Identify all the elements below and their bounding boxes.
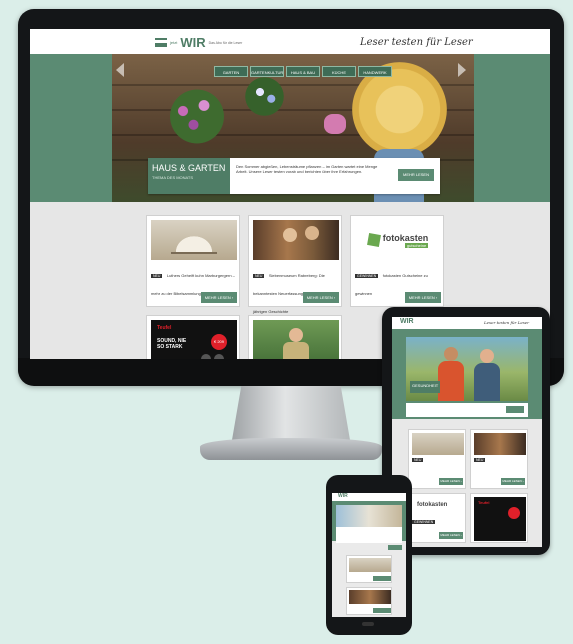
hero-prev-arrow-icon[interactable] [116,63,124,77]
phone-card[interactable] [346,587,392,615]
phone-header: WIR [332,493,406,501]
site-header: jetzt WIR Das Abo für die Leser Leser te… [30,29,550,54]
nav-item-garten[interactable]: GARTEN [214,66,248,77]
card-image-book [151,220,237,260]
tablet-logo[interactable]: WIR [400,318,414,325]
tablet-hero-image: GESUNDHEIT [406,337,528,401]
card-image-painting [253,220,339,260]
phone-hero-image [336,505,402,527]
tablet-slogan: Leser testen für Leser [484,320,530,325]
phone-card-image [349,590,391,604]
tablet-card-image [474,433,526,455]
nav-item-haus-bau[interactable]: HAUS & BAU [286,66,320,77]
phone-card[interactable] [346,555,392,583]
tablet-card-badge: NEU [474,458,486,462]
main-nav: GARTEN GARTENKULTUR HAUS & BAU KÜCHE HAN… [214,66,392,77]
phone-hero-text [336,527,402,543]
ad-card[interactable]: Teufel SOUND, NIE SO STARK € 209 [146,315,240,359]
tablet-ad-image: Teufel [474,497,526,541]
tablet-card-button[interactable]: MEHR LESEN › [501,478,525,485]
phone-hero-button[interactable] [388,545,402,550]
hero-overlay: HAUS & GARTEN THEMA DES MONATS Den Somme… [148,158,440,194]
phone-card-button[interactable] [373,576,391,581]
plant [242,74,287,119]
tablet-card[interactable]: fotokasten GEWINNEN MEHR LESEN › [408,493,466,543]
nav-item-kueche[interactable]: KÜCHE [322,66,356,77]
phone-screen: WIR [332,493,406,617]
tablet-card-badge: GEWINNEN [412,520,436,524]
ad-text: SOUND, NIE SO STARK [157,338,187,350]
tablet-ad-brand: Teufel [478,500,490,505]
garden-glove [324,114,346,134]
fotokasten-logo-icon [366,233,381,247]
nav-item-handwerk[interactable]: HANDWERK [358,66,392,77]
tablet-hero-button[interactable] [506,406,524,413]
site-logo[interactable]: jetzt WIR Das Abo für die Leser [155,35,242,50]
monitor-stand-base [200,438,382,460]
card-badge: GEWINNEN [355,274,379,278]
tablet-hero-title: GESUNDHEIT [410,381,440,393]
fotokasten-sub: gutscheine [404,242,429,248]
tablet-card[interactable]: NEU MEHR LESEN › [470,429,528,489]
card-badge: NEU [253,274,265,278]
card-badge: NEU [151,274,163,278]
tablet-card[interactable]: NEU MEHR LESEN › [408,429,466,489]
tablet-card-button[interactable]: MEHR LESEN › [439,478,463,485]
tablet-fotokasten-brand: fotokasten [417,502,448,508]
article-card[interactable]: NEU Siebenmuseum Rabreberg: Die bekannte… [248,215,342,314]
hero-subtitle: THEMA DES MONATS [152,175,194,180]
ad-brand: Teufel [157,325,172,331]
card-more-button[interactable]: MEHR LESEN › [303,292,339,303]
tablet-card-button[interactable]: MEHR LESEN › [439,532,463,539]
card-more-button[interactable]: MEHR LESEN › [405,292,441,303]
hero-next-arrow-icon[interactable] [458,63,466,77]
nav-item-gartenkultur[interactable]: GARTENKULTUR [250,66,284,77]
hero-description: Den Sommer abgießen, Lebensträume pflanz… [236,164,378,174]
tablet-card-badge: NEU [412,458,424,462]
ad-price: € 209 [211,334,227,350]
ad-image: Teufel SOUND, NIE SO STARK € 209 [151,320,237,359]
hero-title-box: HAUS & GARTEN THEMA DES MONATS [148,158,230,194]
article-card[interactable]: NEU Luthers Geheift kuhn Marburgergern –… [146,215,240,307]
card-image-fotokasten: fotokasten gutscheine [355,220,441,260]
card-image-gardener [253,320,339,359]
tablet-screen: WIR Leser testen für Leser GESUNDHEIT NE… [392,317,542,547]
menu-icon[interactable] [155,38,167,47]
logo-text: WIR [180,35,206,50]
tablet-ad-card[interactable]: Teufel [470,493,528,543]
phone-card-image [349,558,391,572]
hero-title: HAUS & GARTEN [152,163,226,173]
tablet-card-image [412,433,464,455]
phone-card-button[interactable] [373,608,391,613]
tablet-header: WIR Leser testen für Leser [392,317,542,329]
card-more-button[interactable]: MEHR LESEN › [201,292,237,303]
site-slogan: Leser testen für Leser [360,37,473,48]
flower-pot [162,89,232,144]
monitor-stand-neck [232,385,350,440]
fotokasten-brand: fotokasten [382,232,429,243]
article-card[interactable]: fotokasten gutscheine GEWINNEN fotokaste… [350,215,444,307]
logo-sub: Das Abo für die Leser [208,40,243,45]
hero-more-button[interactable]: MEHR LESEN [398,169,434,181]
card-text-block: NEU Siebenmuseum Rabreberg: Die bekannte… [253,264,339,318]
phone-logo[interactable]: WIR [338,493,348,499]
article-card[interactable] [248,315,342,359]
phone-home-button[interactable] [362,622,374,626]
logo-prefix: jetzt [170,40,178,45]
